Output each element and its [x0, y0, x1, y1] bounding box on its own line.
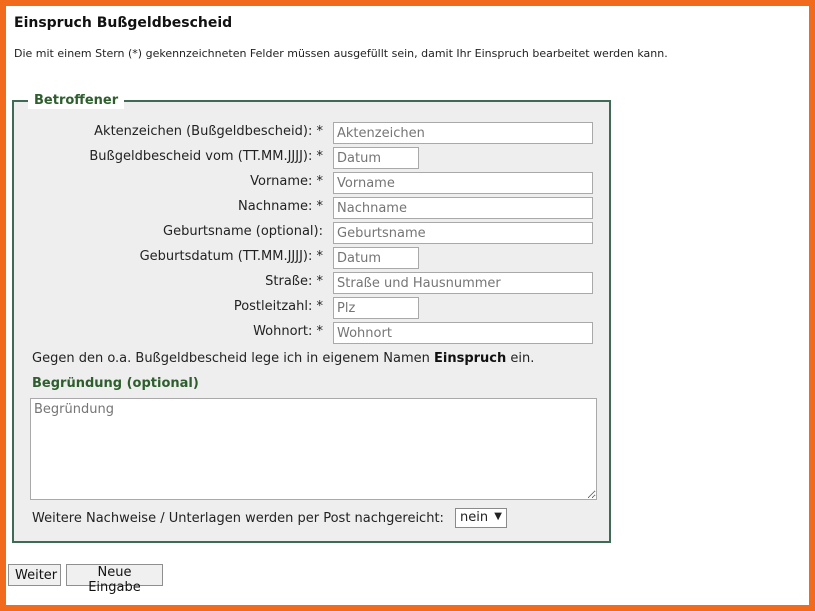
statement-before: Gegen den o.a. Bußgeldbescheid lege ich … — [32, 351, 434, 366]
row-nachname: Nachname: * — [14, 197, 613, 219]
label-wohnort: Wohnort: * — [253, 324, 323, 339]
postleitzahl-input[interactable] — [333, 297, 419, 319]
fieldset-legend: Betroffener — [28, 93, 125, 109]
row-geburtsdatum: Geburtsdatum (TT.MM.JJJJ): * — [14, 247, 613, 269]
label-geburtsname: Geburtsname (optional): — [163, 224, 323, 239]
label-strasse: Straße: * — [265, 274, 323, 289]
geburtsdatum-input[interactable] — [333, 247, 419, 269]
aktenzeichen-input[interactable] — [333, 122, 593, 144]
row-aktenzeichen: Aktenzeichen (Bußgeldbescheid): * — [14, 122, 613, 144]
strasse-input[interactable] — [333, 272, 593, 294]
reason-heading: Begründung (optional) — [32, 376, 199, 391]
statement-after: ein. — [506, 351, 535, 366]
bescheid-datum-input[interactable] — [333, 147, 419, 169]
row-wohnort: Wohnort: * — [14, 322, 613, 344]
neue-eingabe-button[interactable]: Neue Eingabe — [66, 564, 163, 595]
weiter-button[interactable]: Weiter — [8, 564, 61, 586]
label-nachname: Nachname: * — [238, 199, 323, 214]
post-documents-value: nein — [460, 510, 489, 525]
row-vorname: Vorname: * — [14, 172, 613, 194]
reason-textarea[interactable] — [30, 398, 597, 500]
statement-bold: Einspruch — [434, 351, 507, 366]
label-aktenzeichen: Aktenzeichen (Bußgeldbescheid): * — [94, 124, 323, 139]
label-vorname: Vorname: * — [250, 174, 323, 189]
row-postleitzahl: Postleitzahl: * — [14, 297, 613, 319]
nachname-input[interactable] — [333, 197, 593, 219]
post-documents-label: Weitere Nachweise / Unterlagen werden pe… — [32, 511, 444, 526]
wohnort-input[interactable] — [333, 322, 593, 344]
geburtsname-input[interactable] — [333, 222, 593, 244]
post-documents-select[interactable]: nein ▼ — [455, 508, 507, 528]
vorname-input[interactable] — [333, 172, 593, 194]
row-bescheid-datum: Bußgeldbescheid vom (TT.MM.JJJJ): * — [14, 147, 613, 169]
label-bescheid-datum: Bußgeldbescheid vom (TT.MM.JJJJ): * — [89, 149, 323, 164]
page-title: Einspruch Bußgeldbescheid — [14, 15, 233, 31]
chevron-down-icon: ▼ — [494, 511, 502, 522]
einspruch-statement: Gegen den o.a. Bußgeldbescheid lege ich … — [32, 351, 534, 366]
row-geburtsname: Geburtsname (optional): — [14, 222, 613, 244]
label-postleitzahl: Postleitzahl: * — [233, 299, 323, 314]
label-geburtsdatum: Geburtsdatum (TT.MM.JJJJ): * — [139, 249, 323, 264]
required-fields-note: Die mit einem Stern (*) gekennzeichneten… — [14, 47, 668, 60]
betroffener-fieldset: Betroffener Aktenzeichen (Bußgeldbeschei… — [12, 93, 613, 543]
row-strasse: Straße: * — [14, 272, 613, 294]
